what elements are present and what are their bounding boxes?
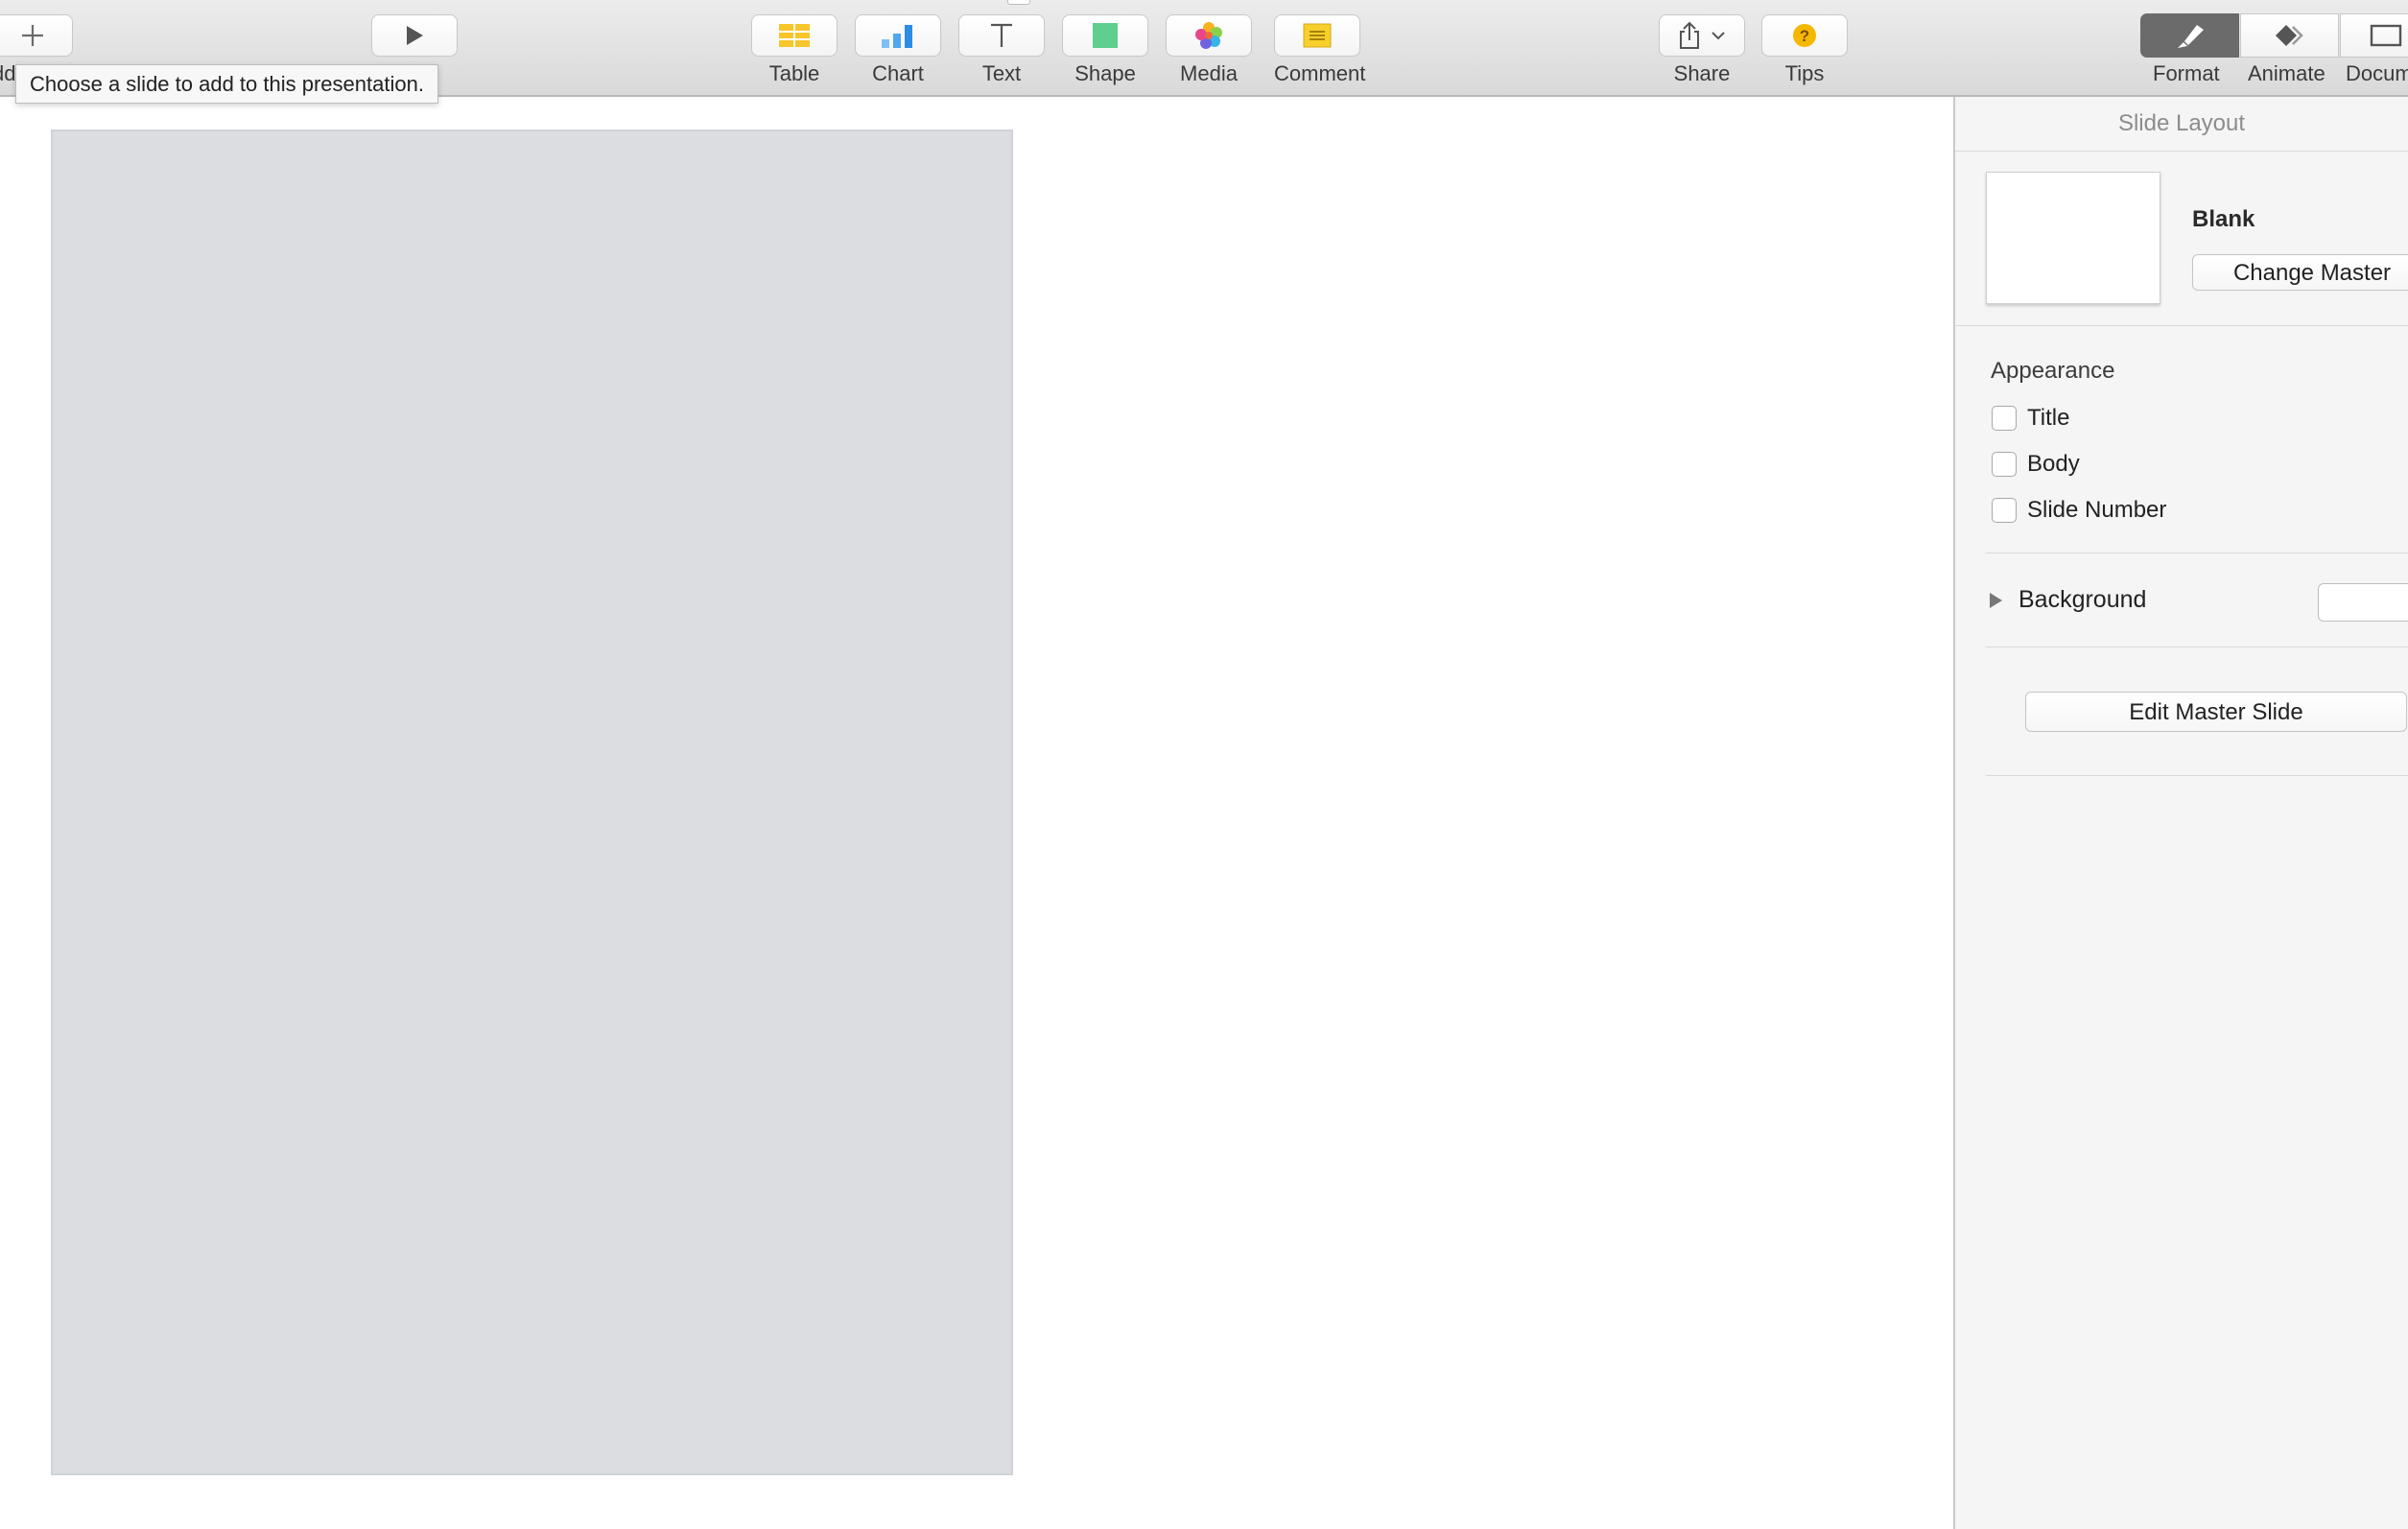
play-icon xyxy=(407,26,423,45)
text-label: Text xyxy=(981,61,1022,85)
chart-icon xyxy=(882,25,912,48)
shape-label: Shape xyxy=(1074,61,1136,85)
divider xyxy=(1955,325,2408,326)
background-disclosure[interactable]: Background xyxy=(1990,586,2146,614)
animate-icon xyxy=(2275,25,2303,46)
document-label: Docum xyxy=(2346,61,2408,85)
format-label: Format xyxy=(2153,61,2220,85)
share-icon xyxy=(1680,21,1699,49)
master-thumbnail[interactable] xyxy=(1986,172,2160,304)
paintbrush-icon xyxy=(2177,25,2204,48)
edit-master-slide-button[interactable]: Edit Master Slide xyxy=(2025,692,2407,732)
appearance-heading: Appearance xyxy=(1991,358,2115,384)
animate-tab[interactable] xyxy=(2240,13,2339,58)
body-checkbox[interactable] xyxy=(1992,452,2017,477)
divider xyxy=(1986,775,2408,776)
help-icon: ? xyxy=(1793,24,1816,47)
comment-label: Comment xyxy=(1274,61,1366,85)
slide-number-checkbox[interactable] xyxy=(1992,498,2017,523)
text-icon xyxy=(991,23,1012,47)
change-master-button[interactable]: Change Master xyxy=(2192,254,2408,291)
body-checkbox-row[interactable]: Body xyxy=(1992,450,2080,479)
table-icon xyxy=(779,24,810,47)
document-icon xyxy=(2370,24,2402,47)
background-label: Background xyxy=(2018,586,2147,613)
animate-label: Animate xyxy=(2248,61,2325,85)
plus-icon xyxy=(22,25,43,46)
title-checkbox-label: Title xyxy=(2027,405,2070,431)
format-tab[interactable] xyxy=(2140,13,2239,58)
slide-number-checkbox-row[interactable]: Slide Number xyxy=(1992,496,2166,525)
shape-icon xyxy=(1093,23,1118,48)
body-checkbox-label: Body xyxy=(2027,451,2080,477)
table-label: Table xyxy=(768,61,820,85)
title-checkbox-row[interactable]: Title xyxy=(1992,404,2069,433)
document-tab[interactable] xyxy=(2340,13,2408,58)
chevron-down-icon xyxy=(1712,32,1725,40)
tips-label: Tips xyxy=(1784,61,1825,85)
share-label: Share xyxy=(1673,61,1731,85)
svg-text:?: ? xyxy=(1800,27,1809,45)
slide-canvas[interactable] xyxy=(51,129,1013,1475)
add-slide-tooltip: Choose a slide to add to this presentati… xyxy=(15,64,438,104)
layout-name: Blank xyxy=(2192,206,2255,232)
media-icon xyxy=(1195,22,1222,49)
slide-number-checkbox-label: Slide Number xyxy=(2027,497,2167,523)
comment-icon xyxy=(1303,23,1332,48)
inspector-title: Slide Layout xyxy=(1955,97,2408,152)
media-label: Media xyxy=(1180,61,1238,85)
disclosure-triangle-icon[interactable] xyxy=(1990,592,2002,608)
background-fill-well[interactable] xyxy=(2318,583,2408,622)
add-slide-label: dd xyxy=(0,61,16,85)
title-checkbox[interactable] xyxy=(1992,406,2017,431)
format-inspector: Slide Layout Blank Change Master Appeara… xyxy=(1953,97,2408,1529)
chart-label: Chart xyxy=(872,61,924,85)
window-handle xyxy=(1007,0,1030,5)
